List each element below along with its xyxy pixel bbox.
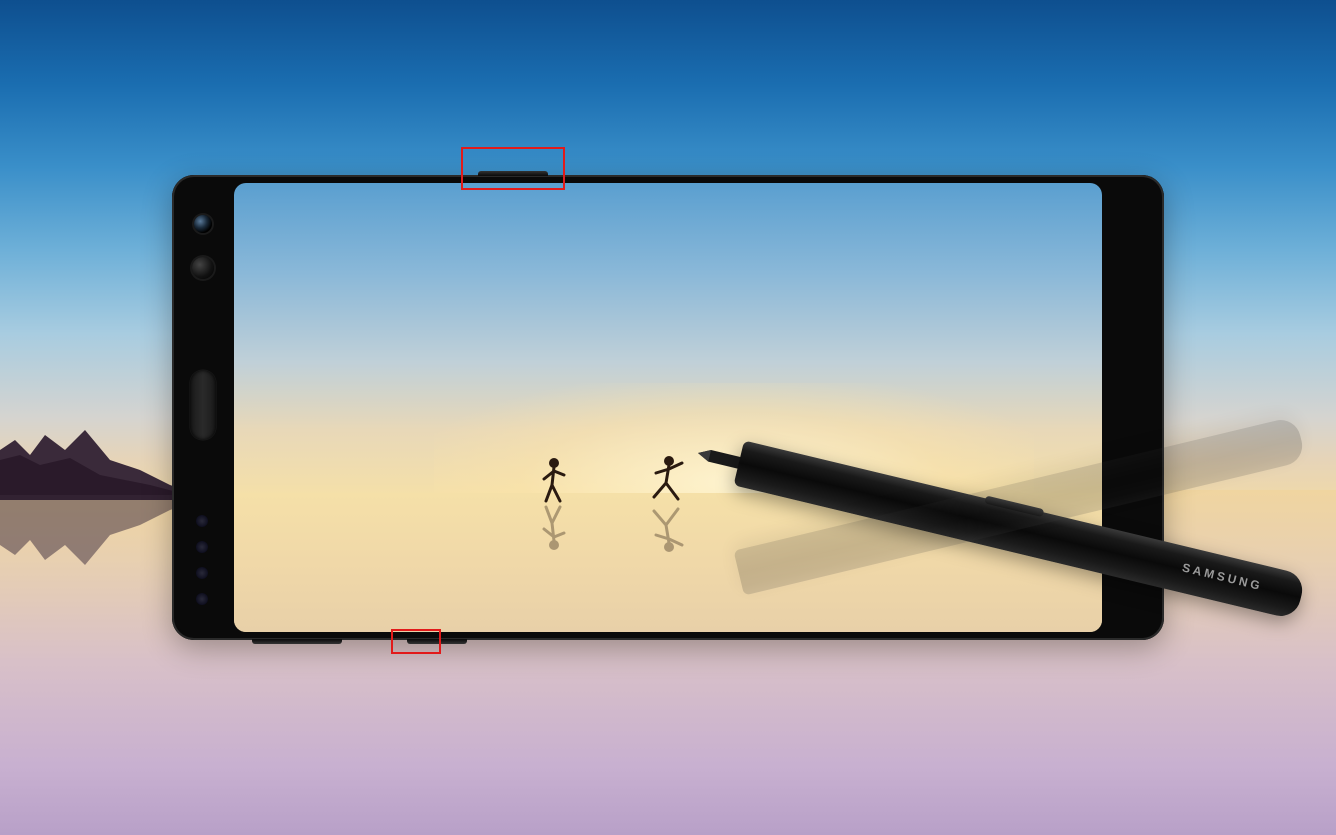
landscape-rocks-reflection — [0, 495, 200, 575]
landscape-rocks — [0, 420, 200, 500]
phone-volume-button — [252, 639, 342, 644]
running-figures-reflection — [524, 495, 744, 555]
annotation-box-top — [461, 147, 565, 190]
proximity-sensors — [196, 515, 210, 605]
sensor-dot — [196, 515, 208, 527]
iris-scanner-icon — [192, 257, 214, 279]
sensor-dot — [196, 567, 208, 579]
sensor-dot — [196, 541, 208, 553]
phone-front-sensors — [172, 175, 234, 640]
phone-screen — [234, 183, 1102, 632]
earpiece-speaker — [190, 370, 216, 440]
sensor-dot — [196, 593, 208, 605]
phone-device — [172, 175, 1164, 640]
product-scene: SAMSUNG — [0, 0, 1336, 835]
front-camera-icon — [194, 215, 212, 233]
annotation-box-bottom — [391, 629, 441, 654]
